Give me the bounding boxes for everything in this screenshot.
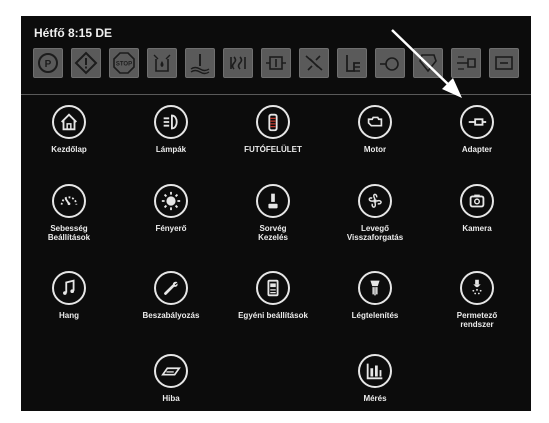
auxiliary-icon [489, 48, 519, 78]
menu-item-bleeding[interactable]: Légtelenítés [327, 271, 423, 320]
menu-item-air-recirculation[interactable]: Levegő Visszaforgatás [327, 184, 423, 242]
menu-item-label: Kamera [462, 224, 492, 233]
adapter-icon [460, 105, 494, 139]
menu-item-measurement[interactable]: Mérés [327, 354, 423, 403]
music-note-icon [52, 271, 86, 305]
hydraulic-oil-icon [147, 48, 177, 78]
book-icon [154, 354, 188, 388]
menu-item-label: Beszabályozás [142, 311, 200, 320]
transmission-oil-icon [375, 48, 405, 78]
menu-item-brightness[interactable]: Fényerő [123, 184, 219, 233]
menu-item-running-surface[interactable]: FUTÓFELÜLET [225, 105, 321, 154]
speedometer-icon [52, 184, 86, 218]
joystick-icon [256, 184, 290, 218]
home-icon [52, 105, 86, 139]
menu-item-label: Kezdőlap [51, 145, 87, 154]
stop-icon: STOP [109, 48, 139, 78]
bleed-icon [358, 271, 392, 305]
general-warning-icon [71, 48, 101, 78]
menu-item-speed-settings[interactable]: Sebesség Beállítások [21, 184, 117, 242]
adapter-warning-icon [451, 48, 481, 78]
menu-item-label: Hiba [162, 394, 180, 403]
coolant-level-icon [185, 48, 215, 78]
parking-brake-icon: P [33, 48, 63, 78]
menu-item-calibration[interactable]: Beszabályozás [123, 271, 219, 320]
menu-item-label: Sorvég Kezelés [258, 224, 288, 242]
menu-item-label: Fényerő [155, 224, 187, 233]
menu-item-home[interactable]: Kezdőlap [21, 105, 117, 154]
menu-item-label: FUTÓFELÜLET [244, 145, 302, 154]
sprayer-icon [460, 271, 494, 305]
warning-icon-strip: P STOP [33, 48, 521, 82]
menu-item-label: Levegő Visszaforgatás [346, 224, 404, 242]
date-time: Hétfő 8:15 DE [34, 26, 113, 40]
menu-item-sprayer-system[interactable]: Permetező rendszer [429, 271, 525, 329]
menu-item-headland-management[interactable]: Sorvég Kezelés [225, 184, 321, 242]
charging-system-icon [261, 48, 291, 78]
header-divider [21, 94, 531, 95]
engine-preheat-icon [223, 48, 253, 78]
filter-restriction-icon [413, 48, 443, 78]
menu-item-label: Motor [363, 145, 387, 154]
custom-settings-icon [256, 271, 290, 305]
menu-item-lamps[interactable]: Lámpák [123, 105, 219, 154]
menu-item-camera[interactable]: Kamera [429, 184, 525, 233]
air-filter-icon [299, 48, 329, 78]
fuel-level-icon [337, 48, 367, 78]
menu-item-engine[interactable]: Motor [327, 105, 423, 154]
camera-icon [460, 184, 494, 218]
menu-item-label: Adapter [461, 145, 493, 154]
bar-chart-icon [358, 354, 392, 388]
menu-item-sound[interactable]: Hang [21, 271, 117, 320]
menu-item-fault[interactable]: Hiba [123, 354, 219, 403]
menu-item-custom-settings[interactable]: Egyéni beállítások [225, 271, 321, 320]
display-screen: Hétfő 8:15 DE P STOP Kezdőlap Lámpák FUT… [21, 16, 531, 411]
menu-item-label: Lámpák [155, 145, 187, 154]
svg-text:STOP: STOP [116, 62, 132, 68]
running-surface-icon [256, 105, 290, 139]
svg-text:P: P [45, 59, 52, 70]
brightness-icon [154, 184, 188, 218]
menu-item-label: Sebesség Beállítások [47, 224, 91, 242]
lamp-icon [154, 105, 188, 139]
engine-icon [358, 105, 392, 139]
menu-item-adapter[interactable]: Adapter [429, 105, 525, 154]
menu-item-label: Hang [59, 311, 79, 320]
menu-item-label: Mérés [363, 394, 387, 403]
menu-item-label: Permetező rendszer [456, 311, 498, 329]
fan-icon [358, 184, 392, 218]
wrench-icon [154, 271, 188, 305]
menu-item-label: Légtelenítés [351, 311, 399, 320]
menu-item-label: Egyéni beállítások [238, 311, 308, 320]
